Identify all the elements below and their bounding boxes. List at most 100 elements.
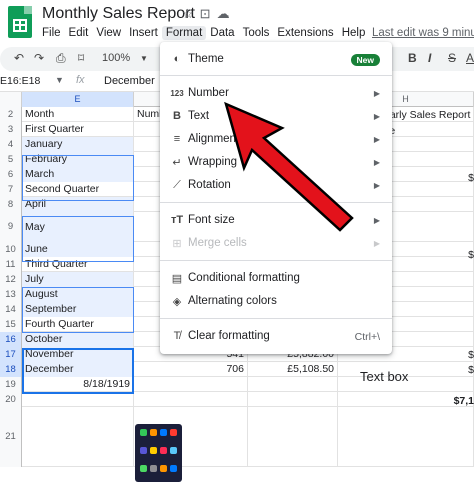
sheets-logo-icon[interactable] <box>8 6 32 38</box>
menu-item-label: Alternating colors <box>188 295 277 307</box>
zoom-dropdown[interactable]: 100% <box>102 52 130 64</box>
text-color-icon[interactable]: A <box>466 51 474 65</box>
cell-month[interactable]: January <box>22 137 134 152</box>
row-header[interactable]: 7 <box>0 182 22 197</box>
undo-icon[interactable]: ↶ <box>14 51 24 65</box>
cell-month[interactable]: March <box>22 167 134 182</box>
menu-edit[interactable]: Edit <box>65 26 93 40</box>
italic-icon[interactable]: I <box>428 51 431 65</box>
menu-item-conditional-formatting[interactable]: ▤ Conditional formatting <box>160 268 392 290</box>
menu-item-number[interactable]: 123 Number ▶ <box>160 83 392 105</box>
row-header[interactable]: 3 <box>0 122 22 137</box>
row-header[interactable]: 9 <box>0 212 22 242</box>
print-icon[interactable]: ⎙ <box>56 51 66 66</box>
select-all-corner[interactable] <box>0 92 22 107</box>
cell-month[interactable]: April <box>22 197 134 212</box>
menu-item-font-size[interactable]: ᴛT Font size ▶ <box>160 210 392 232</box>
menu-extensions[interactable]: Extensions <box>273 26 337 40</box>
row-header[interactable]: 20 <box>0 392 22 407</box>
alignment-icon: ≡ <box>173 133 181 145</box>
row-header[interactable]: 18 <box>0 362 22 377</box>
menu-item-alternating-colors[interactable]: ◈ Alternating colors <box>160 291 392 313</box>
row-header[interactable]: 10 <box>0 242 22 257</box>
cell-month[interactable]: 8/18/1919 <box>22 377 134 392</box>
row-header[interactable]: 15 <box>0 317 22 332</box>
cell-month[interactable]: July <box>22 272 134 287</box>
cell-number[interactable]: 706 <box>134 362 248 377</box>
row-header[interactable]: 5 <box>0 152 22 167</box>
menu-view[interactable]: View <box>92 26 125 40</box>
text-box[interactable]: Text box <box>360 369 408 384</box>
row-header[interactable]: 14 <box>0 302 22 317</box>
row-header[interactable]: 16 <box>0 332 22 347</box>
bold-icon[interactable]: B <box>408 51 417 65</box>
row-header[interactable]: 8 <box>0 197 22 212</box>
row-header[interactable]: 21 <box>0 407 22 467</box>
menu-item-clear-formatting[interactable]: T̸ Clear formatting Ctrl+\ <box>160 326 392 348</box>
cell-month[interactable]: Second Quarter <box>22 182 134 197</box>
clear-formatting-icon: T̸ <box>173 330 181 342</box>
row-header[interactable]: 13 <box>0 287 22 302</box>
cell-sales[interactable] <box>248 392 338 407</box>
chevron-down-icon[interactable]: ▼ <box>140 54 148 63</box>
formula-input[interactable]: December <box>104 75 155 87</box>
menu-item-rotation[interactable]: ⟋ Rotation ▶ <box>160 175 392 197</box>
chevron-down-icon[interactable]: ▼ <box>55 75 64 85</box>
cloud-icon[interactable]: ☁ <box>217 6 236 21</box>
menu-file[interactable]: File <box>38 26 65 40</box>
folder-icon[interactable]: ⊡ <box>200 6 217 21</box>
menu-item-alignment[interactable]: ≡ Alignment ▶ <box>160 129 392 151</box>
row-header[interactable]: 11 <box>0 257 22 272</box>
cell-month[interactable]: Month <box>22 107 134 122</box>
menu-item-theme[interactable]: ◐ Theme New <box>160 49 392 71</box>
document-title[interactable]: Monthly Sales Report <box>42 5 195 23</box>
cell-sales[interactable] <box>248 407 338 467</box>
cell-number[interactable] <box>134 377 248 392</box>
cell-month[interactable]: Third Quarter <box>22 257 134 272</box>
cell-month[interactable] <box>22 392 134 407</box>
menu-item-text[interactable]: B Text ▶ <box>160 106 392 128</box>
cell-month[interactable]: August <box>22 287 134 302</box>
cell-month[interactable]: First Quarter <box>22 122 134 137</box>
submenu-arrow-icon: ▶ <box>373 216 380 225</box>
menu-format[interactable]: Format <box>161 26 207 40</box>
name-box[interactable]: E16:E18 <box>0 75 40 87</box>
cell-month[interactable]: May <box>22 212 134 242</box>
star-icon[interactable]: ☆ <box>182 6 200 21</box>
paint-format-icon[interactable]: ⌑ <box>78 51 84 65</box>
cell-month[interactable]: September <box>22 302 134 317</box>
menu-item-label: Number <box>188 87 229 99</box>
menu-item-wrapping[interactable]: ↵ Wrapping ▶ <box>160 152 392 174</box>
menu-data[interactable]: Data <box>206 26 238 40</box>
cell-yearly-value[interactable]: $ <box>440 248 474 263</box>
cell-month[interactable]: February <box>22 152 134 167</box>
redo-icon[interactable]: ↷ <box>34 51 44 65</box>
cell-number[interactable] <box>134 392 248 407</box>
cell-month[interactable]: Fourth Quarter <box>22 317 134 332</box>
row-header[interactable]: 17 <box>0 347 22 362</box>
cell-sales[interactable] <box>248 377 338 392</box>
cell-month[interactable]: June <box>22 242 134 257</box>
cell-month[interactable]: December <box>22 362 134 377</box>
cell-yearly-value[interactable]: $ <box>440 363 474 378</box>
row-header[interactable]: 6 <box>0 167 22 182</box>
phone-screenshot-image[interactable] <box>135 424 182 482</box>
row-header[interactable]: 2 <box>0 107 22 122</box>
cell-month[interactable]: November <box>22 347 134 362</box>
row-header[interactable]: 19 <box>0 377 22 392</box>
row-header[interactable]: 4 <box>0 137 22 152</box>
row-header[interactable]: 12 <box>0 272 22 287</box>
cell-yearly-value[interactable]: $ <box>440 348 474 363</box>
cell-yearly-value[interactable]: $7,1 <box>440 394 474 409</box>
menu-help[interactable]: Help <box>338 26 370 40</box>
menu-tools[interactable]: Tools <box>239 26 274 40</box>
menu-insert[interactable]: Insert <box>125 26 162 40</box>
cell-month[interactable] <box>22 407 134 467</box>
column-header-e[interactable]: E <box>22 92 134 107</box>
strikethrough-icon[interactable]: S <box>448 51 456 65</box>
last-edit-link[interactable]: Last edit was 9 minutes <box>372 27 474 39</box>
cell-month[interactable]: October <box>22 332 134 347</box>
cell-yearly-value[interactable]: $ <box>440 171 474 186</box>
cell-yearly[interactable] <box>338 407 474 467</box>
cell-sales[interactable]: £5,108.50 <box>248 362 338 377</box>
